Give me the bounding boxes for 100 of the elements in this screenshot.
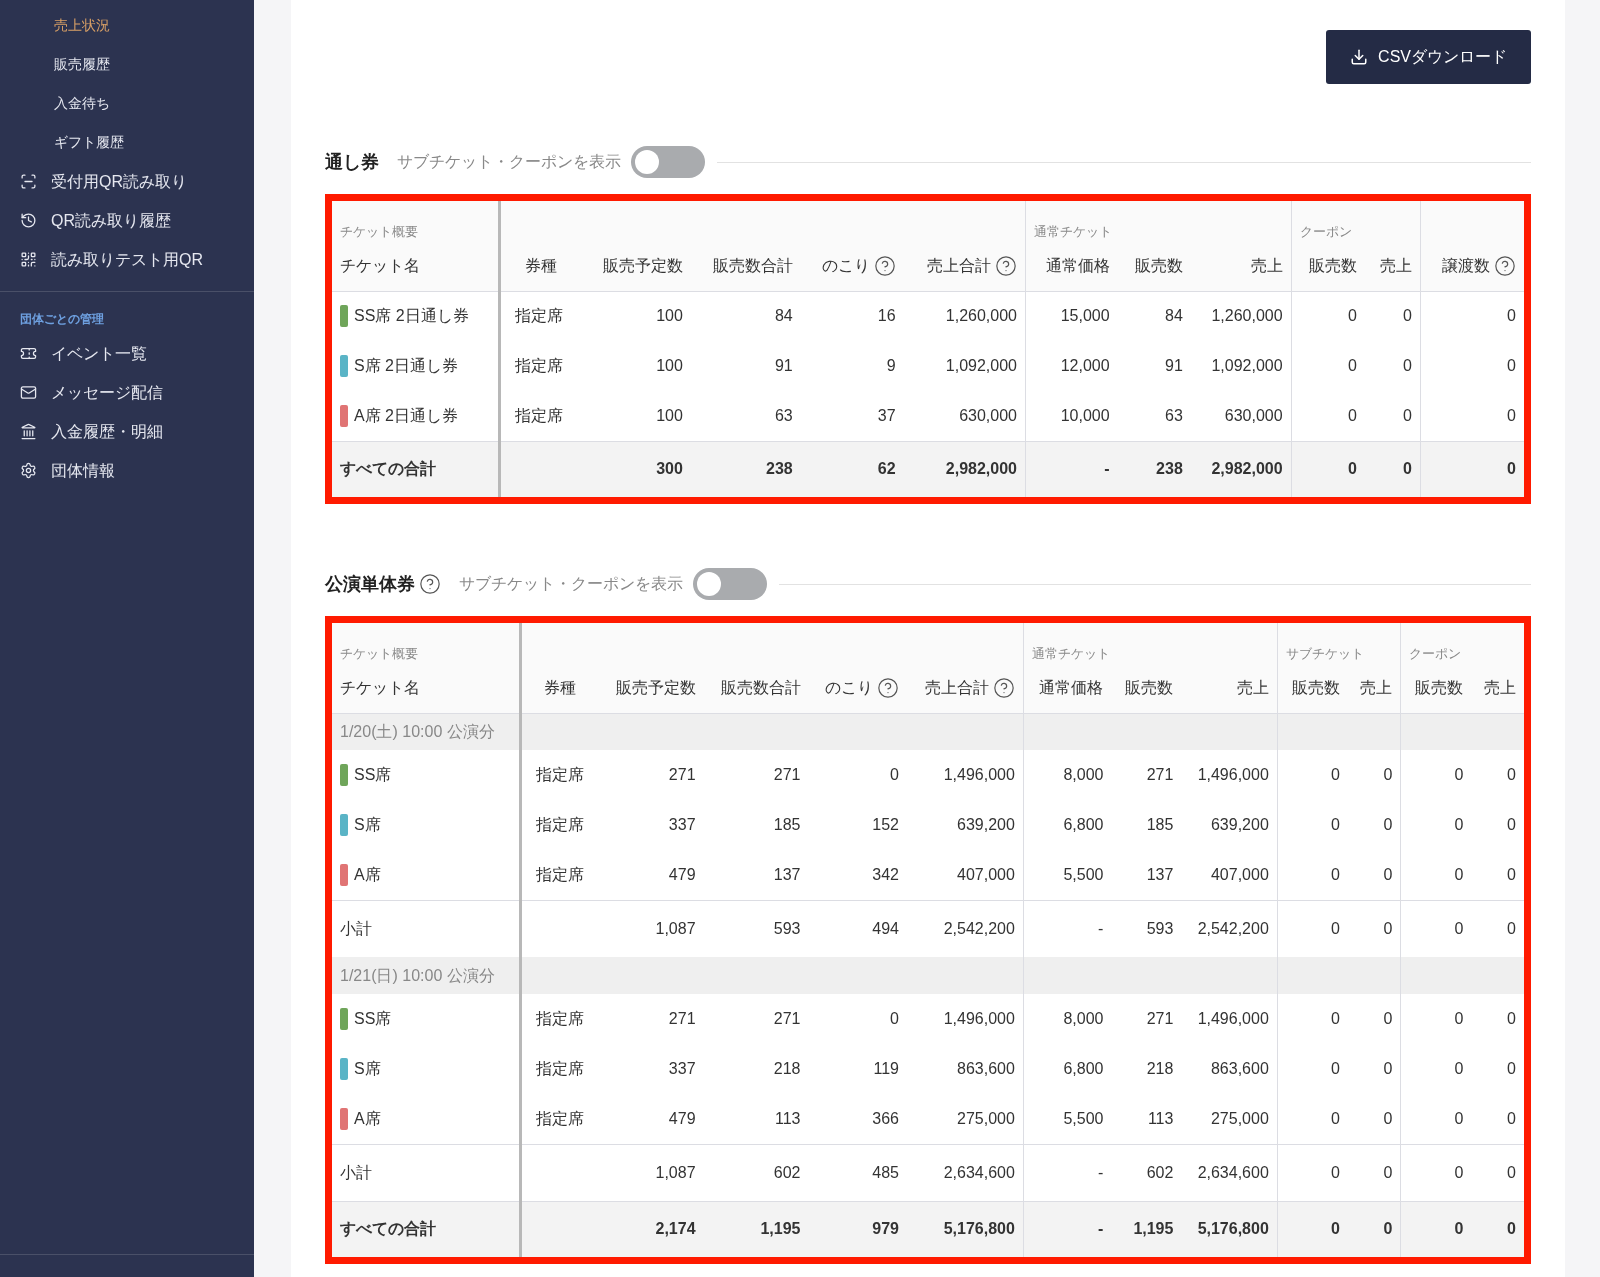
column-header: 売上合計 <box>927 255 991 276</box>
total-label: 小計 <box>340 918 372 939</box>
table-cell: 37 <box>877 406 896 424</box>
table-cell: 0 <box>1330 1109 1340 1127</box>
csv-download-button[interactable]: CSVダウンロード <box>1326 30 1531 84</box>
table-cell: 0 <box>1348 460 1357 478</box>
table-cell: 0 <box>1507 357 1516 374</box>
table-cell: 407,000 <box>1210 865 1269 883</box>
column-header: 売上合計 <box>924 677 989 698</box>
toggle-label: サブチケット・クーポンを表示 <box>397 152 621 172</box>
table-cell: 407,000 <box>957 865 1015 883</box>
table-cell: 0 <box>1330 1010 1340 1027</box>
ticket-name: SS席 <box>354 1009 392 1029</box>
table-cell: 1,496,000 <box>943 1010 1015 1027</box>
table-cell: 0 <box>1383 1010 1393 1027</box>
table-cell: 479 <box>668 865 696 883</box>
column-header: 販売数 <box>1134 255 1183 276</box>
table-cell: 271 <box>1146 1010 1174 1027</box>
table-cell: 0 <box>1454 816 1464 833</box>
table-cell: 113 <box>1147 1109 1174 1127</box>
sidebar-item[interactable]: 販売履歴 <box>0 45 254 84</box>
table-cell: 5,500 <box>1063 1109 1104 1127</box>
sidebar-item[interactable]: メッセージ配信 <box>0 373 254 412</box>
column-header: 販売数 <box>1291 677 1340 698</box>
table-cell: 337 <box>668 1060 696 1077</box>
table-cell: 238 <box>1156 460 1183 478</box>
table-cell: 271 <box>668 1010 696 1027</box>
table-cell: 639,200 <box>957 816 1015 833</box>
table-cell: 1,496,000 <box>1197 766 1269 783</box>
table-cell: 指定席 <box>514 357 563 374</box>
table-cell: 0 <box>1454 865 1464 883</box>
table-cell: 63 <box>774 406 793 424</box>
column-header: 販売数 <box>1308 255 1357 276</box>
column-header: 販売予定数 <box>602 255 683 276</box>
table-cell: 979 <box>872 1220 899 1238</box>
column-group-label: クーポン <box>1299 223 1352 239</box>
table-cell: 0 <box>1403 406 1412 424</box>
table-cell: 8,000 <box>1063 1010 1104 1027</box>
table-cell: 0 <box>1403 307 1412 325</box>
table-cell: 84 <box>1165 307 1183 325</box>
sidebar-item[interactable]: 受付用QR読み取り <box>0 162 254 201</box>
ticket-name: A席 2日通し券 <box>354 405 458 426</box>
table-cell: 0 <box>1330 1060 1340 1077</box>
column-header: 販売数合計 <box>712 255 793 276</box>
column-header: 売上 <box>1379 255 1412 276</box>
table-cell: 0 <box>1454 1163 1464 1181</box>
table-cell: 485 <box>872 1163 899 1181</box>
help-icon[interactable] <box>876 676 899 699</box>
table-cell: 238 <box>766 460 793 478</box>
table-cell: 指定席 <box>535 1010 584 1027</box>
qr-code-icon <box>20 251 37 268</box>
settings-icon <box>20 462 37 479</box>
table-cell: 16 <box>877 307 896 325</box>
table-cell: 0 <box>1507 307 1516 325</box>
table-cell: - <box>1098 1163 1104 1181</box>
table-cell: 0 <box>1507 1163 1516 1181</box>
table-cell: 275,000 <box>957 1109 1015 1127</box>
column-header: のこり <box>821 255 870 276</box>
sidebar-item[interactable]: QR読み取り履歴 <box>0 201 254 240</box>
sidebar-item[interactable]: 売上状況 <box>0 6 254 45</box>
column-header: 券種 <box>544 677 577 698</box>
sidebar-item[interactable]: イベント一覧 <box>0 334 254 373</box>
column-header: 通常価格 <box>1045 255 1110 276</box>
table-cell: 0 <box>1507 1220 1516 1238</box>
help-icon[interactable] <box>992 676 1015 699</box>
table-cell: 1,092,000 <box>945 357 1017 374</box>
column-group-label: 通常チケット <box>1034 223 1112 239</box>
sidebar-item[interactable]: ギフト履歴 <box>0 123 254 162</box>
table-cell: 8,000 <box>1063 766 1104 783</box>
help-icon[interactable] <box>419 573 441 595</box>
table-cell: 2,634,600 <box>1197 1163 1269 1181</box>
table-cell: 指定席 <box>535 766 584 783</box>
toggle-switch[interactable] <box>631 146 705 178</box>
column-header: 販売数 <box>1125 677 1174 698</box>
sidebar-item[interactable]: 読み取りテスト用QR <box>0 240 254 279</box>
table-cell: 0 <box>1454 1060 1464 1077</box>
toggle-switch[interactable] <box>693 568 767 600</box>
sidebar-item[interactable]: 入金履歴・明細 <box>0 412 254 451</box>
column-group-label: チケット概要 <box>340 645 418 661</box>
table-cell: 100 <box>656 307 683 325</box>
ticket-name: S席 2日通し券 <box>354 356 458 376</box>
sidebar-item[interactable]: 団体情報 <box>0 451 254 490</box>
help-icon[interactable] <box>1494 254 1516 277</box>
table-cell: 0 <box>1507 865 1516 883</box>
performance-date: 1/21(日) 10:00 公演分 <box>340 966 495 984</box>
table-cell: 0 <box>1507 766 1516 783</box>
table-cell: 0 <box>890 766 899 783</box>
table-cell: 1,496,000 <box>943 766 1015 783</box>
table-cell: 1,087 <box>655 1163 696 1181</box>
table-cell: 0 <box>1383 766 1393 783</box>
table-cell: 0 <box>1454 919 1464 937</box>
ticket-name: S席 <box>354 1059 381 1079</box>
column-header: チケット名 <box>340 677 420 698</box>
sidebar-section-title: 団体ごとの管理 <box>19 311 105 328</box>
help-icon[interactable] <box>873 254 896 277</box>
help-icon[interactable] <box>995 254 1017 277</box>
table-cell: 0 <box>1507 1010 1516 1027</box>
table-cell: 12,000 <box>1060 357 1110 374</box>
sidebar-item[interactable]: 入金待ち <box>0 84 254 123</box>
table-cell: 0 <box>1507 1060 1516 1077</box>
